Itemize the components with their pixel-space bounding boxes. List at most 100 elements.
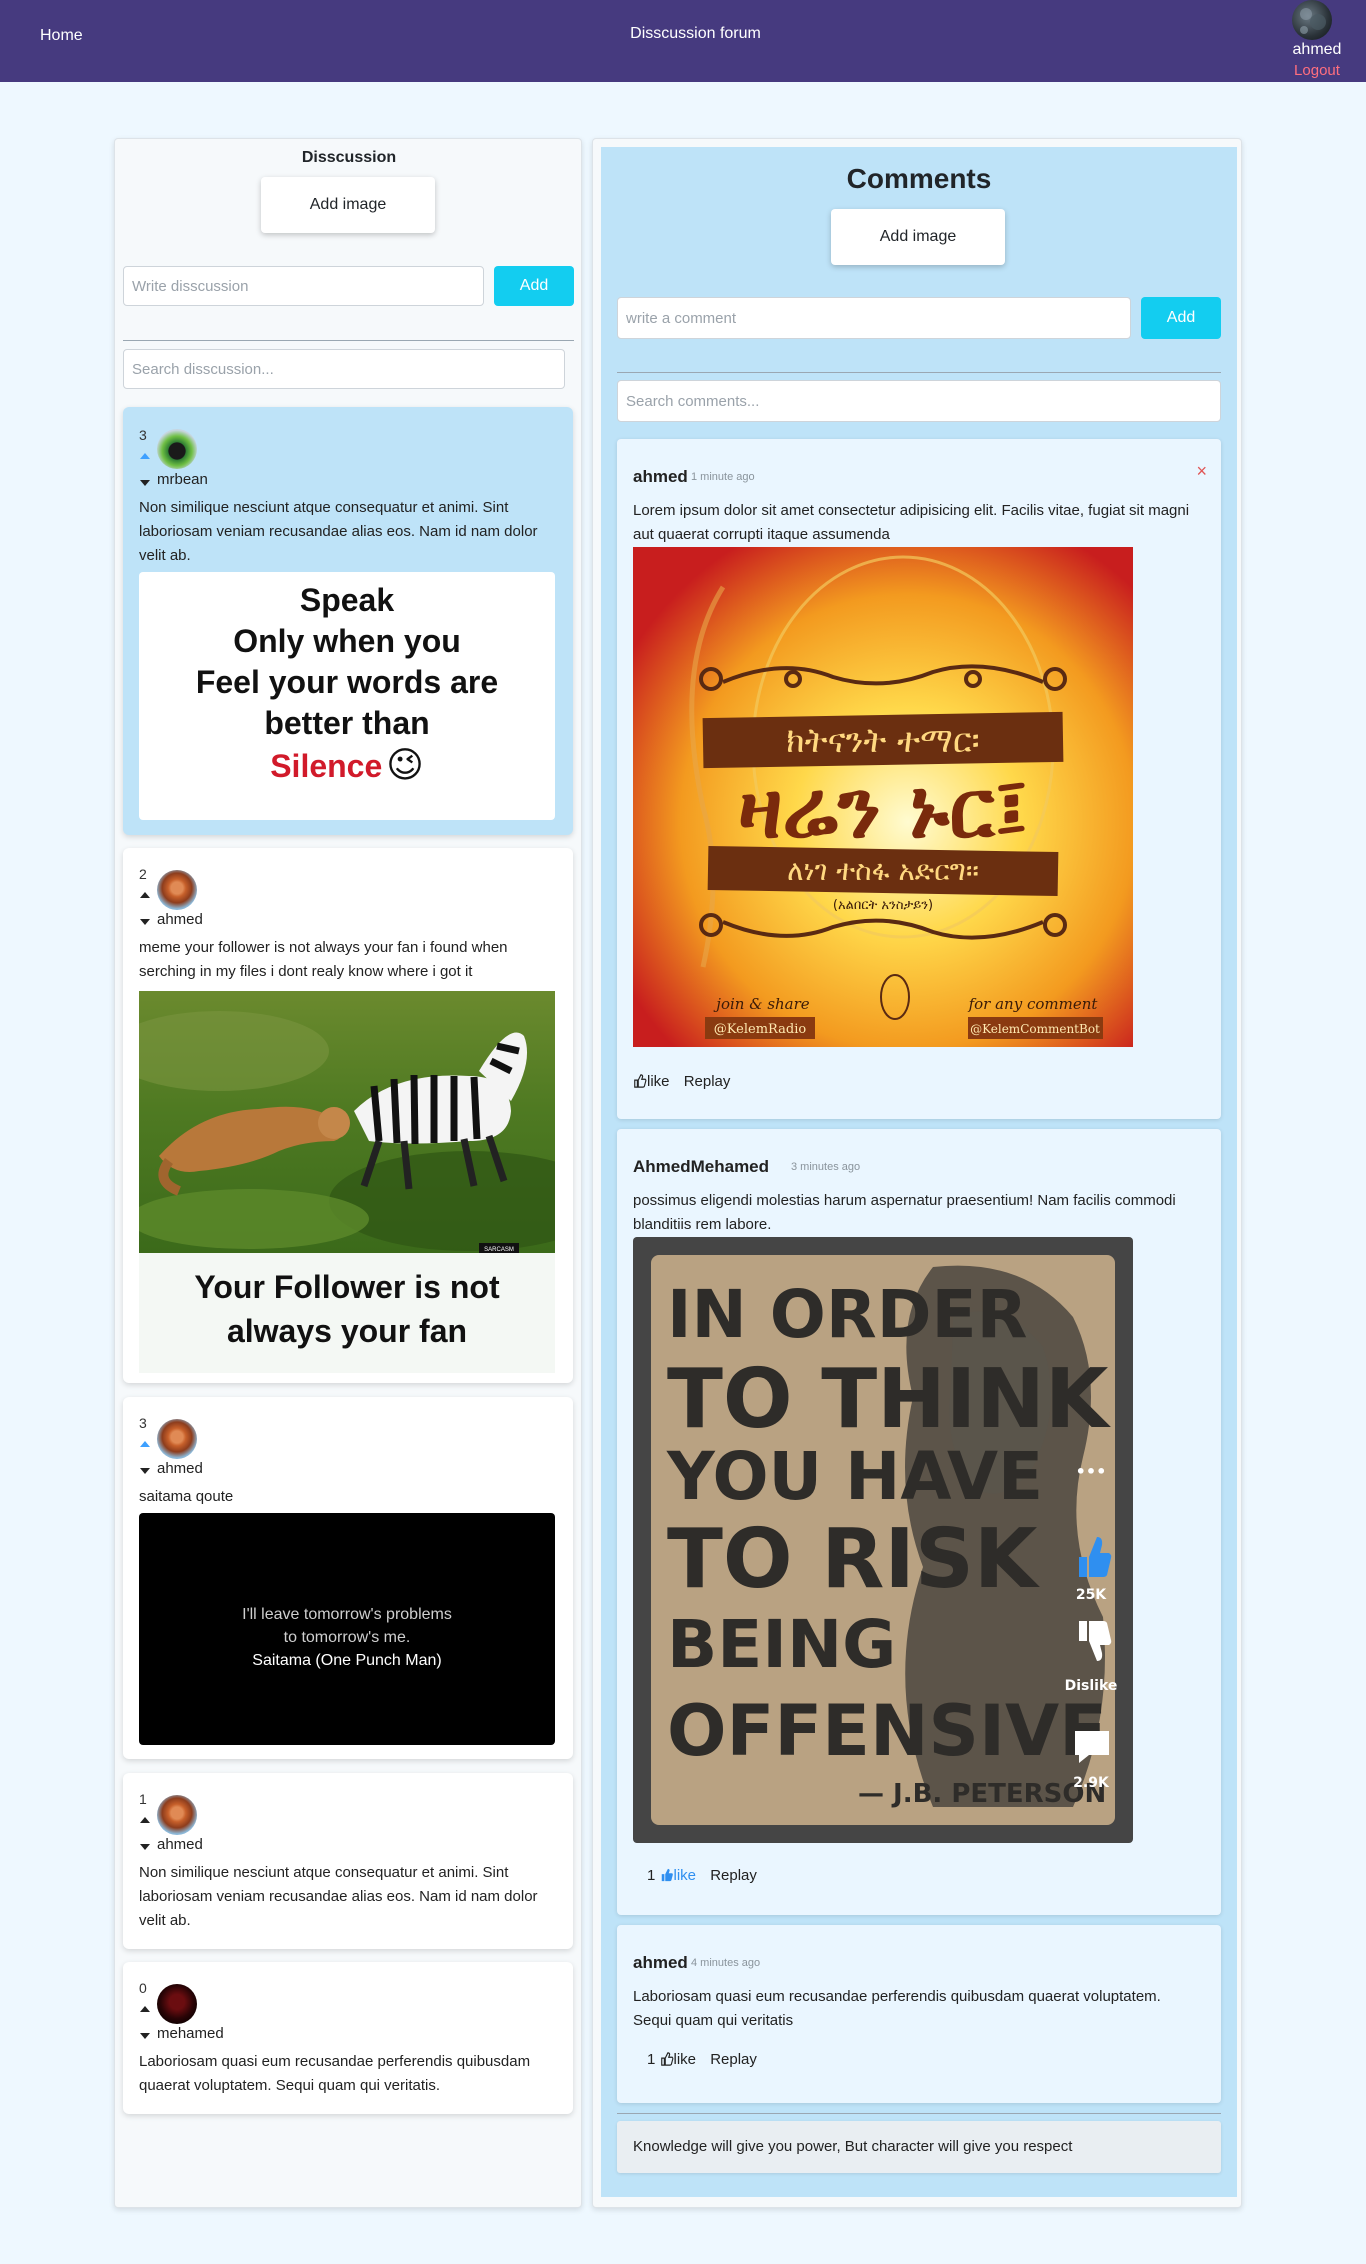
discussion-add-button[interactable]: Add [494, 266, 574, 306]
comment-actions: 1 like Replay [647, 2051, 757, 2068]
overlay-dislike-label: Dislike [1065, 1678, 1118, 1694]
discussion-post[interactable]: 3 mrbean Non similique nesciunt atque co… [123, 407, 573, 835]
user-avatar[interactable] [1292, 0, 1332, 40]
discussion-input[interactable] [123, 266, 484, 306]
overlay-comment-count: 2.9K [1073, 1775, 1110, 1791]
comment-image: IN ORDER TO THINK YOU HAVE TO RISK BEING… [633, 1237, 1133, 1843]
reply-button[interactable]: Replay [684, 1073, 731, 1090]
amharic-quote-poster: ክትናንት ተማር፡ ዛሬን ኑር፤ ለነገ ተስፋ አድርግ። (አልበርት … [633, 547, 1133, 1047]
comment-add-button[interactable]: Add [1141, 297, 1221, 339]
quote-line: better than [264, 705, 430, 741]
nav-username[interactable]: ahmed [1284, 41, 1350, 59]
downvote-icon[interactable] [140, 2033, 150, 2039]
avatar [157, 1419, 197, 1459]
comment-username: AhmedMehamed [633, 1157, 770, 1176]
quote-text: Knowledge will give you power, But chara… [633, 2138, 1073, 2155]
peterson-quote-poster: IN ORDER TO THINK YOU HAVE TO RISK BEING… [633, 1237, 1133, 1843]
upvote-icon[interactable] [140, 892, 150, 898]
like-label: like [673, 1867, 697, 1884]
vote-count: 1 [139, 1791, 147, 1807]
poster-line: TO RISK [667, 1512, 1041, 1607]
thumbs-up-icon [661, 1868, 673, 1882]
comment-time: 3 minutes ago [791, 1161, 861, 1173]
discussion-panel: Disscussion Add image Add 3 mrbean Non s… [114, 138, 582, 2208]
upvote-icon[interactable] [140, 1817, 150, 1823]
quote-author: Saitama (One Punch Man) [252, 1652, 442, 1669]
post-image: SARCASM Your Follower is not always your… [139, 991, 555, 1373]
poster-join: join & share [713, 995, 809, 1013]
upvote-icon[interactable] [140, 2006, 150, 2012]
like-button[interactable]: like [660, 2051, 696, 2068]
comment-text: Lorem ipsum dolor sit amet consectetur a… [633, 502, 1190, 543]
avatar [157, 1984, 197, 2024]
comment-search-input[interactable] [617, 380, 1221, 422]
comment-add-image-button[interactable]: Add image [831, 209, 1005, 265]
post-text: meme your follower is not always your fa… [139, 939, 508, 980]
like-button[interactable]: like [633, 1073, 670, 1090]
post-text: saitama qoute [139, 1488, 234, 1505]
comment-input[interactable] [617, 297, 1131, 339]
poster-author: — J.B. PETERSON [858, 1779, 1106, 1809]
quote-line: I'll leave tomorrow's problems [242, 1606, 452, 1623]
poster-line-3: ለነገ ተስፋ አድርግ። [787, 854, 979, 887]
divider [617, 372, 1221, 373]
downvote-icon[interactable] [140, 1468, 150, 1474]
reply-button[interactable]: Replay [710, 1867, 757, 1884]
close-icon[interactable]: × [1196, 461, 1207, 482]
avatar-image [1300, 8, 1326, 34]
comments-title: Comments [846, 163, 992, 194]
comment-card: AhmedMehamed 3 minutes ago possimus elig… [617, 1129, 1221, 1915]
lion-zebra-photo: SARCASM [139, 991, 555, 1253]
poster-line: BEING [667, 1606, 896, 1683]
post-username: mrbean [157, 471, 208, 488]
comment-text: Laboriosam quasi eum recusandae perferen… [633, 1988, 1161, 2029]
like-count: 1 [647, 1867, 656, 1884]
caption-line: always your fan [226, 1313, 468, 1349]
downvote-icon[interactable] [140, 480, 150, 486]
post-username: ahmed [157, 1836, 203, 1853]
discussion-search-input[interactable] [123, 349, 565, 389]
divider [617, 2113, 1221, 2114]
downvote-icon[interactable] [140, 1844, 150, 1850]
avatar [157, 1795, 197, 1835]
discussion-post[interactable]: 1 ahmed Non similique nesciunt atque con… [123, 1773, 573, 1949]
vote-count: 3 [139, 427, 147, 443]
poster-comment-label: for any comment [968, 995, 1099, 1013]
meme-caption: Your Follower is not always your fan [139, 1253, 555, 1373]
vote-count: 0 [139, 1980, 147, 1996]
discussion-add-image-button[interactable]: Add image [261, 177, 435, 233]
comment-time: 4 minutes ago [691, 1957, 761, 1969]
comment-actions: like Replay [633, 1073, 730, 1090]
wink-emoji-icon: 😉 [386, 744, 424, 785]
nav-title: Disscussion forum [630, 25, 761, 42]
upvote-icon[interactable] [140, 1441, 150, 1447]
discussion-title: Disscussion [301, 149, 397, 166]
navbar: Home Disscussion forum ahmed Logout [0, 0, 1366, 82]
post-text: Non similique nesciunt atque consequatur… [139, 1864, 538, 1929]
more-icon: ••• [1076, 1462, 1107, 1481]
logout-link[interactable]: Logout [1284, 62, 1350, 79]
discussion-post[interactable]: 0 mehamed Laboriosam quasi eum recusanda… [123, 1962, 573, 2114]
poster-line: OFFENSIVE [667, 1690, 1107, 1772]
post-text: Laboriosam quasi eum recusandae perferen… [139, 2053, 531, 2094]
reply-button[interactable]: Replay [710, 2051, 757, 2068]
like-count: 1 [647, 2051, 656, 2068]
post-text: Non similique nesciunt atque consequatur… [139, 499, 538, 564]
post-image: I'll leave tomorrow's problems to tomorr… [139, 1513, 555, 1745]
like-label: like [647, 1073, 670, 1090]
poster-line: IN ORDER [667, 1276, 1027, 1353]
poster-line-2: ዛሬን ኑር፤ [738, 762, 1028, 857]
post-username: mehamed [157, 2025, 224, 2042]
upvote-icon[interactable] [140, 453, 150, 459]
quote-line: Speak [299, 582, 395, 618]
divider [123, 340, 574, 341]
downvote-icon[interactable] [140, 919, 150, 925]
discussion-post[interactable]: 2 ahmed meme your follower is not always… [123, 848, 573, 1383]
quote-line-red: Silence [270, 748, 383, 784]
vote-count: 3 [139, 1415, 147, 1431]
quote-line: Feel your words are [195, 664, 499, 700]
discussion-post[interactable]: 3 ahmed saitama qoute I'll leave tomorro… [123, 1397, 573, 1759]
avatar [157, 429, 197, 469]
like-button[interactable]: like [660, 1867, 697, 1884]
post-username: ahmed [157, 1460, 203, 1477]
